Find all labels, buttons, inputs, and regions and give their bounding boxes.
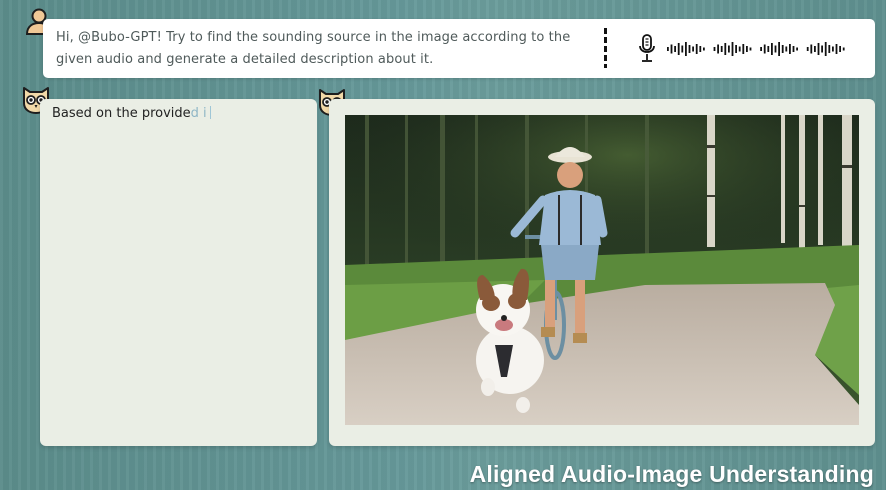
user-prompt-text: Hi, @Bubo-GPT! Try to find the sounding …: [56, 30, 571, 67]
user-prompt-bubble: Hi, @Bubo-GPT! Try to find the sounding …: [43, 19, 875, 78]
microphone-icon[interactable]: [637, 34, 657, 64]
answer-text-main: Based on the provide: [52, 106, 191, 121]
typing-cursor: [209, 106, 211, 119]
answer-text-streaming: d i: [190, 106, 207, 121]
prompt-divider: [604, 28, 607, 68]
assistant-answer-panel: Based on the provided i: [40, 99, 317, 446]
input-image: [345, 115, 859, 425]
assistant-answer-text: Based on the provided i: [52, 106, 211, 121]
caption-title: Aligned Audio-Image Understanding: [469, 461, 874, 487]
image-panel: [329, 99, 875, 446]
audio-waveform-icon[interactable]: [665, 37, 851, 61]
